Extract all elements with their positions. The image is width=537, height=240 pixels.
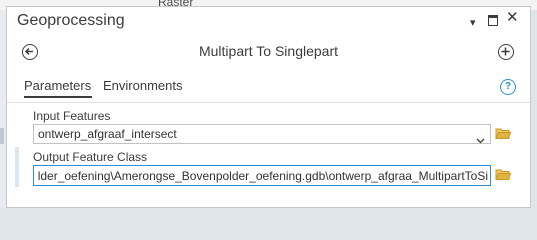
help-icon[interactable]: ? bbox=[500, 79, 516, 95]
active-tab-indicator bbox=[24, 96, 92, 98]
input-features-combobox[interactable]: ontwerp_afgraaf_intersect bbox=[33, 124, 491, 144]
output-feature-class-input[interactable]: lder_oefening\Amerongse_Bovenpolder_oefe… bbox=[33, 165, 491, 186]
browse-folder-icon[interactable] bbox=[495, 168, 512, 186]
pane-options-chevron-icon[interactable]: ▾ bbox=[470, 17, 476, 29]
output-feature-class-label: Output Feature Class bbox=[33, 150, 148, 164]
close-icon[interactable]: ✕ bbox=[506, 10, 519, 25]
geoprocessing-pane: Geoprocessing ▾ ✕ Multipart To Singlepar… bbox=[6, 6, 531, 208]
active-parameter-indicator bbox=[15, 147, 19, 187]
tab-parameters[interactable]: Parameters bbox=[24, 78, 91, 93]
map-edge-mark bbox=[0, 128, 4, 144]
input-features-value: ontwerp_afgraaf_intersect bbox=[38, 127, 177, 141]
pane-title: Geoprocessing bbox=[17, 12, 125, 29]
tab-environments[interactable]: Environments bbox=[103, 78, 182, 93]
tabs-divider bbox=[7, 102, 530, 103]
output-feature-class-value: lder_oefening\Amerongse_Bovenpolder_oefe… bbox=[37, 169, 488, 183]
browse-folder-icon[interactable] bbox=[495, 127, 512, 145]
tool-title: Multipart To Singlepart bbox=[198, 43, 339, 59]
add-circle-icon[interactable] bbox=[498, 44, 514, 60]
chevron-down-icon[interactable] bbox=[476, 131, 485, 149]
maximize-icon[interactable] bbox=[488, 15, 498, 26]
input-features-label: Input Features bbox=[33, 109, 111, 123]
